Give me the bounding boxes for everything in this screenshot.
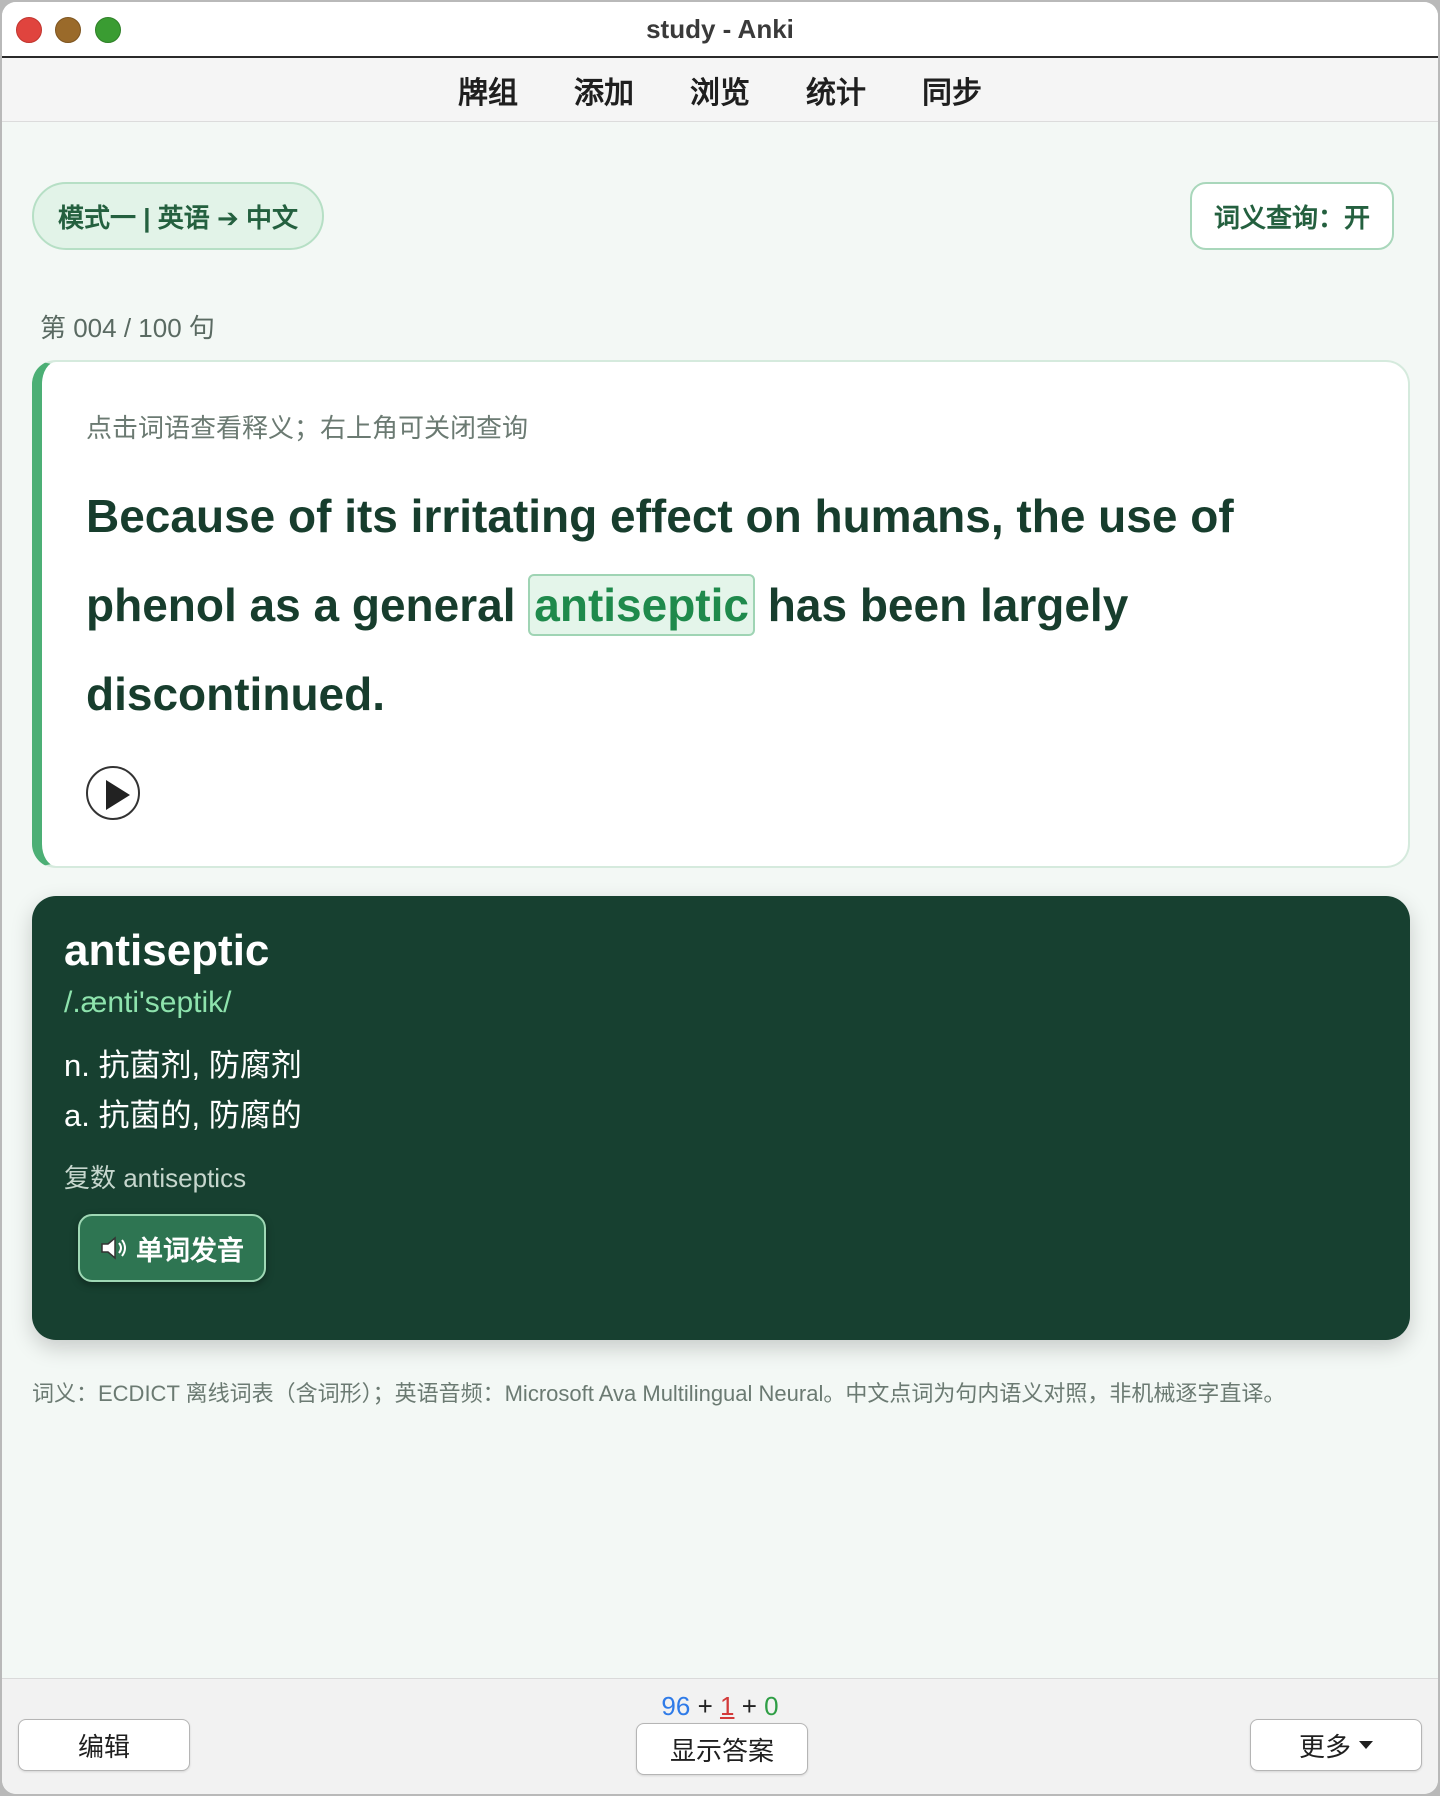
title-bar: study - Anki (2, 2, 1438, 58)
lookup-hint: 点击词语查看释义；右上角可关闭查询 (86, 413, 529, 443)
new-count: 96 (661, 1691, 691, 1721)
play-icon (106, 780, 130, 810)
edit-button[interactable]: 编辑 (18, 1719, 190, 1771)
word-pronounce-label: 单词发音 (136, 1235, 244, 1266)
speaker-icon (101, 1236, 126, 1260)
definition-sense: a. 抗菌的, 防腐的 (64, 1098, 302, 1133)
menu-decks[interactable]: 牌组 (430, 68, 546, 112)
mode-pill: 模式一 | 英语 ➔ 中文 (32, 182, 324, 250)
menu-add[interactable]: 添加 (546, 68, 662, 112)
show-answer-button[interactable]: 显示答案 (636, 1723, 808, 1775)
menu-stats[interactable]: 统计 (778, 68, 894, 112)
sentence-text: Because of its irritating effect on huma… (86, 472, 1386, 739)
chevron-down-icon (1359, 1741, 1373, 1749)
play-audio-button[interactable] (86, 766, 140, 820)
more-button[interactable]: 更多 (1250, 1719, 1422, 1771)
highlighted-word[interactable]: antiseptic (528, 574, 755, 636)
definition-card: antiseptic /.ænti'septik/ n. 抗菌剂, 防腐剂 a.… (32, 896, 1410, 1340)
review-count: 0 (764, 1691, 779, 1721)
word-pronounce-button[interactable]: 单词发音 (78, 1214, 266, 1282)
source-note: 词义：ECDICT 离线词表（含词形）；英语音频：Microsoft Ava M… (32, 1381, 1286, 1406)
menu-browse[interactable]: 浏览 (662, 68, 778, 112)
menu-sync[interactable]: 同步 (894, 68, 1010, 112)
progress-label: 第 004 / 100 句 (40, 313, 215, 343)
definition-plural: 复数 antiseptics (64, 1163, 247, 1193)
count-separator: + (741, 1691, 757, 1721)
definition-sense: n. 抗菌剂, 防腐剂 (64, 1048, 302, 1083)
bottom-bar: 96 + 1 + 0 编辑 显示答案 更多 (2, 1678, 1438, 1794)
count-separator: + (697, 1691, 713, 1721)
window-title: study - Anki (646, 14, 794, 44)
due-counts: 96 + 1 + 0 (2, 1691, 1438, 1722)
definition-phonetic: /.ænti'septik/ (64, 986, 232, 1019)
anki-window: study - Anki 牌组 添加 浏览 统计 同步 模式一 | 英语 ➔ 中… (2, 2, 1438, 1794)
sentence-card: 点击词语查看释义；右上角可关闭查询 Because of its irritat… (32, 360, 1410, 868)
main-toolbar: 牌组 添加 浏览 统计 同步 (2, 58, 1438, 122)
definition-word: antiseptic (64, 926, 270, 975)
lookup-toggle-button[interactable]: 词义查询：开 (1189, 182, 1394, 250)
more-label: 更多 (1298, 1731, 1351, 1762)
learning-count: 1 (719, 1691, 735, 1721)
